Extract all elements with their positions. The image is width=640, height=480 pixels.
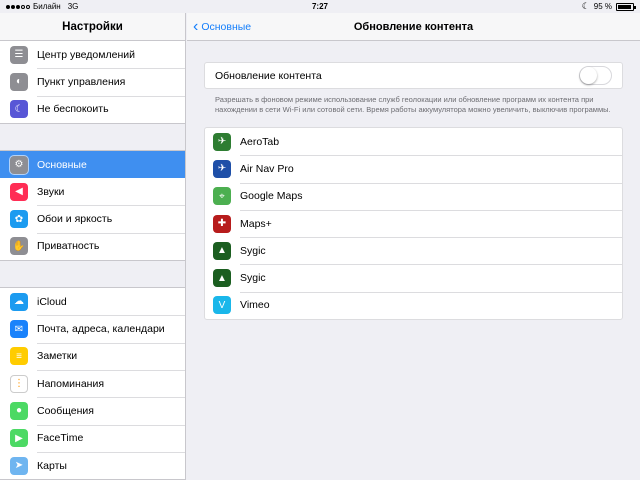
vimeo-icon: V (213, 296, 231, 315)
sidebar-item-label: Пункт управления (37, 75, 126, 88)
messages-icon: ● (10, 401, 28, 420)
sidebar-item[interactable]: ☁ iCloud (0, 288, 185, 315)
air-nav-pro-icon: ✈ (213, 159, 231, 178)
app-label: AeroTab (240, 135, 280, 148)
app-row[interactable]: ⌖ Google Maps (205, 182, 622, 210)
sidebar-item-label: Приватность (37, 240, 100, 253)
sidebar-item-label: Напоминания (37, 377, 105, 390)
sidebar-item-label: Не беспокоить (37, 103, 109, 116)
sidebar-item[interactable]: ⚙ Основные (0, 150, 185, 179)
back-button-label: Основные (201, 20, 252, 33)
network-type: 3G (67, 2, 79, 11)
sidebar-item[interactable]: ≡ Заметки (0, 342, 185, 370)
notification-center-icon: ☰ (10, 45, 28, 64)
settings-group: ☰ Центр уведомлений ◐ Пункт управления ☾ Не б… (0, 41, 185, 124)
sidebar-item-label: Сообщения (37, 404, 94, 417)
app-row[interactable]: ▲ Sygic (205, 264, 622, 291)
background-refresh-row: Обновление контента (204, 62, 623, 89)
battery-icon (616, 2, 636, 11)
chevron-left-icon: ‹ (193, 17, 199, 35)
settings-sidebar: Настройки ☰ Центр уведомлений ◐ Пункт управ… (0, 13, 186, 480)
sidebar-item-label: Заметки (37, 350, 78, 363)
signal-strength-icon (6, 4, 30, 9)
speaker-icon: ◀ (10, 182, 28, 201)
app-label: Google Maps (240, 190, 303, 203)
app-label: Maps+ (240, 217, 272, 230)
sidebar-item-label: Карты (37, 459, 67, 472)
maps-plus-icon: ✚ (213, 214, 231, 233)
app-label: Sygic (240, 244, 266, 257)
moon-icon: ☾ (10, 100, 28, 119)
sidebar-item[interactable]: ⋮ Напоминания (0, 369, 185, 397)
carrier-name: Билайн (33, 2, 61, 11)
nav-bar: ‹ Основные Обновление контента (187, 13, 640, 41)
reminders-icon: ⋮ (10, 374, 28, 393)
battery-percent: 95 % (593, 2, 612, 11)
background-refresh-label: Обновление контента (215, 69, 322, 82)
app-row[interactable]: ✈ AeroTab (205, 128, 622, 155)
status-bar: Билайн 3G 7:27 ☾ 95 % (0, 0, 640, 13)
gear-icon: ⚙ (10, 155, 28, 174)
sygic-icon: ▲ (213, 269, 231, 288)
page-title: Обновление контента (353, 20, 474, 33)
mail-icon: ✉ (10, 320, 28, 339)
sidebar-title: Настройки (0, 13, 185, 41)
google-maps-icon: ⌖ (213, 187, 231, 206)
app-label: Air Nav Pro (240, 162, 294, 175)
moon-icon: ☾ (581, 1, 590, 11)
cloud-icon: ☁ (10, 292, 28, 311)
maps-icon: ➤ (10, 456, 28, 475)
sidebar-item[interactable]: ✉ Почта, адреса, календари (0, 315, 185, 342)
toggle-knob (580, 67, 597, 84)
sidebar-item-label: iCloud (37, 295, 67, 308)
app-label: Sygic (240, 272, 266, 285)
aerotab-icon: ✈ (213, 132, 231, 151)
sidebar-item[interactable]: ☰ Центр уведомлений (0, 41, 185, 68)
control-center-icon: ◐ (10, 72, 28, 91)
footnote-text: Разрешать в фоновом режиме использование… (215, 95, 611, 114)
flower-icon: ✿ (10, 210, 28, 229)
sidebar-item[interactable]: ◐ Пункт управления (0, 68, 185, 95)
sidebar-item[interactable]: ☾ Не беспокоить (0, 95, 185, 123)
app-row[interactable]: ✚ Maps+ (205, 209, 622, 237)
sidebar-item-label: Основные (37, 158, 87, 171)
settings-group: ⚙ Основные ◀ Звуки ✿ Обои и яркость ✋ Приватнос… (0, 149, 185, 262)
back-button[interactable]: ‹ Основные (187, 17, 252, 35)
sidebar-item-label: Почта, адреса, календари (37, 323, 165, 336)
app-row[interactable]: ▲ Sygic (205, 237, 622, 264)
sidebar-item[interactable]: ✋ Приватность (0, 232, 185, 260)
app-row[interactable]: V Vimeo (205, 291, 622, 319)
app-label: Vimeo (240, 299, 270, 312)
sidebar-item[interactable]: ➤ Карты (0, 451, 185, 479)
settings-group: ☁ iCloud ✉ Почта, адреса, календари ≡ Заметки… (0, 287, 185, 480)
sidebar-item-label: Обои и яркость (37, 213, 113, 226)
sidebar-item-label: FaceTime (37, 432, 84, 445)
sidebar-item[interactable]: ● Сообщения (0, 397, 185, 424)
sidebar-item-label: Центр уведомлений (37, 48, 135, 61)
sidebar-item[interactable]: ✿ Обои и яркость (0, 205, 185, 232)
facetime-icon: ▶ (10, 429, 28, 448)
hand-icon: ✋ (10, 237, 28, 256)
app-list: ✈ AeroTab ✈ Air Nav Pro ⌖ Google Maps ✚ Maps+ ▲ S… (204, 127, 623, 321)
sygic-icon: ▲ (213, 241, 231, 260)
background-refresh-toggle[interactable] (579, 66, 612, 85)
sidebar-item[interactable]: ▶ FaceTime (0, 424, 185, 452)
clock: 7:27 (311, 2, 328, 11)
notes-icon: ≡ (10, 347, 28, 366)
detail-pane: ‹ Основные Обновление контента Обновлени… (187, 13, 640, 480)
app-row[interactable]: ✈ Air Nav Pro (205, 155, 622, 182)
sidebar-item[interactable]: ◀ Звуки (0, 178, 185, 205)
sidebar-item-label: Звуки (37, 185, 65, 198)
